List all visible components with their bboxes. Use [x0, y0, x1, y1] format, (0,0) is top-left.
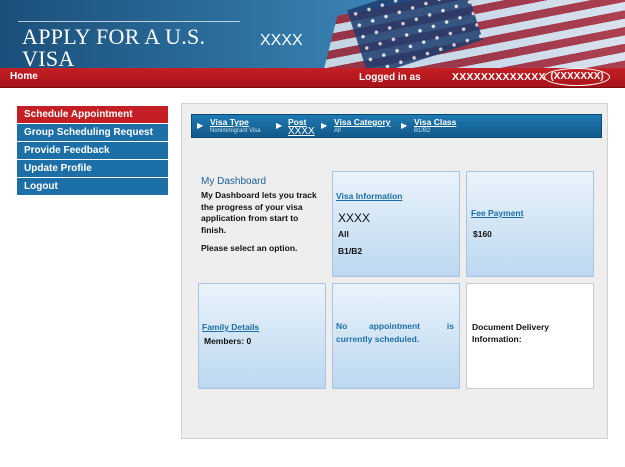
step-arrow-icon: ▶ — [197, 121, 204, 130]
menu-item-schedule-appointment[interactable]: Schedule Appointment — [17, 106, 168, 123]
step-arrow-icon: ▶ — [321, 121, 328, 130]
dashboard-instruction: Please select an option. — [201, 243, 298, 253]
menu-item-logout[interactable]: Logout — [17, 178, 168, 195]
logged-in-label: Logged in as — [359, 72, 421, 83]
family-members-count: Members: 0 — [204, 336, 252, 346]
step-visa-class[interactable]: Visa Class B1/B2 — [414, 117, 456, 134]
step-value: B1/B2 — [414, 128, 431, 134]
appointment-word-is: is — [446, 321, 454, 331]
redacted-country: XXXX — [260, 32, 303, 49]
family-details-link[interactable]: Family Details — [202, 322, 259, 332]
appointment-card: No appointment is currently scheduled. — [332, 283, 460, 389]
visa-information-card: Visa Information XXXX All B1/B2 — [332, 171, 460, 277]
side-menu: Schedule Appointment Group Scheduling Re… — [17, 106, 168, 196]
appointment-status-line2: currently scheduled. — [336, 334, 420, 344]
step-post[interactable]: Post XXXX — [288, 117, 315, 137]
step-visa-category[interactable]: Visa Category All — [334, 117, 391, 134]
fee-payment-card: Fee Payment $160 — [466, 171, 594, 277]
fee-payment-link[interactable]: Fee Payment — [471, 208, 523, 218]
visa-category-value: All — [338, 229, 349, 239]
top-nav-bar: Home Logged in as XXXXXXXXXXXXX (XXXXXXX… — [0, 68, 625, 88]
site-title: APPLY FOR A U.S. VISA — [22, 24, 206, 69]
menu-item-group-scheduling[interactable]: Group Scheduling Request — [17, 124, 168, 141]
visa-post-value: XXXX — [338, 211, 371, 225]
menu-item-update-profile[interactable]: Update Profile — [17, 160, 168, 177]
appointment-word-appointment: appointment — [369, 321, 420, 331]
dashboard-title: My Dashboard — [201, 176, 267, 187]
user-code: (XXXXXXX) — [544, 68, 610, 86]
step-arrow-icon: ▶ — [276, 121, 283, 130]
step-value: XXXX — [288, 126, 315, 137]
step-label: Visa Class — [414, 117, 457, 127]
step-value: All — [334, 128, 341, 134]
document-delivery-card: Document Delivery Information: — [466, 283, 594, 389]
dashboard-description: My Dashboard lets you track the progress… — [201, 190, 317, 235]
visa-class-value: B1/B2 — [338, 246, 363, 256]
delivery-line2: Information: — [472, 334, 522, 344]
family-details-card: Family Details Members: 0 — [198, 283, 326, 389]
step-label: Visa Category — [334, 117, 391, 127]
appointment-word-no: No — [336, 321, 348, 331]
header-banner: APPLY FOR A U.S. VISA XXXX — [0, 0, 625, 68]
step-visa-type[interactable]: Visa Type Nonimmigrant Visa — [210, 117, 261, 134]
visa-information-link[interactable]: Visa Information — [336, 191, 402, 201]
appointment-status-line1: No appointment is — [336, 321, 454, 331]
step-arrow-icon: ▶ — [401, 121, 408, 130]
fee-amount: $160 — [473, 229, 492, 239]
progress-steps-bar: ▶ Visa Type Nonimmigrant Visa ▶ Post XXX… — [191, 114, 602, 138]
step-value: Nonimmigrant Visa — [210, 128, 261, 134]
step-label: Visa Type — [210, 117, 249, 127]
delivery-line1: Document Delivery — [472, 322, 549, 332]
home-link[interactable]: Home — [10, 71, 38, 82]
menu-item-provide-feedback[interactable]: Provide Feedback — [17, 142, 168, 159]
title-rule — [18, 21, 240, 22]
user-name: XXXXXXXXXXXXX — [452, 71, 546, 83]
